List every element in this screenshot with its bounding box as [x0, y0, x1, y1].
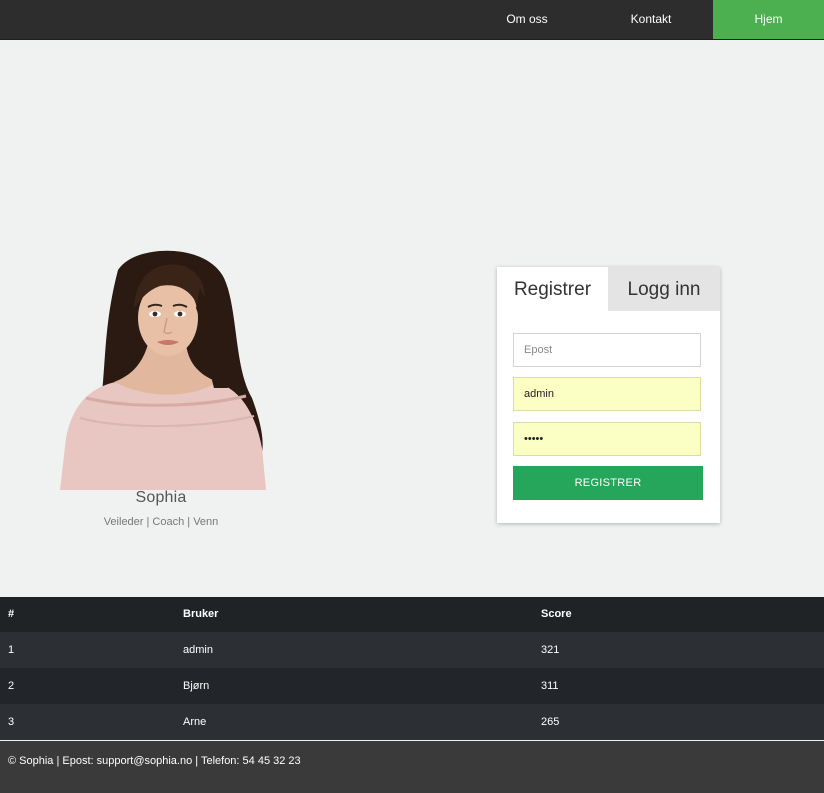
cell-user: Bjørn	[183, 680, 210, 692]
table-row: 1 admin 321	[0, 632, 824, 668]
cell-score: 265	[541, 716, 560, 728]
tab-login[interactable]: Logg inn	[608, 267, 720, 311]
top-nav: Om oss Kontakt Hjem	[0, 0, 824, 40]
table-row: 3 Arne 265	[0, 704, 824, 740]
footer-text: © Sophia | Epost: support@sophia.no | Te…	[8, 755, 301, 767]
nav-item-home[interactable]: Hjem	[713, 0, 824, 39]
tab-register[interactable]: Registrer	[497, 267, 608, 311]
header-rank: #	[8, 608, 15, 620]
nav-item-about[interactable]: Om oss	[488, 0, 566, 39]
nav-item-contact[interactable]: Kontakt	[612, 0, 690, 39]
cell-score: 321	[541, 644, 560, 656]
header-score: Score	[541, 608, 572, 620]
email-field[interactable]	[513, 333, 701, 367]
cell-rank: 2	[8, 680, 15, 692]
table-row: 2 Bjørn 311	[0, 668, 824, 704]
footer: © Sophia | Epost: support@sophia.no | Te…	[0, 741, 824, 793]
auth-card: Registrer Logg inn REGISTRER	[497, 267, 720, 523]
profile-portrait	[60, 250, 266, 490]
cell-user: admin	[183, 644, 213, 656]
header-user: Bruker	[183, 608, 219, 620]
score-table: # Bruker Score 1 admin 321 2 Bjørn 311 3…	[0, 597, 824, 740]
profile-name: Sophia	[135, 489, 187, 506]
cell-rank: 3	[8, 716, 15, 728]
cell-score: 311	[541, 680, 559, 692]
username-field[interactable]	[513, 377, 701, 411]
cell-user: Arne	[183, 716, 207, 728]
cell-rank: 1	[8, 644, 15, 656]
password-field[interactable]	[513, 422, 701, 456]
table-header: # Bruker Score	[0, 597, 824, 632]
register-button[interactable]: REGISTRER	[513, 466, 703, 500]
profile-tagline: Veileder | Coach | Venn	[103, 516, 219, 528]
